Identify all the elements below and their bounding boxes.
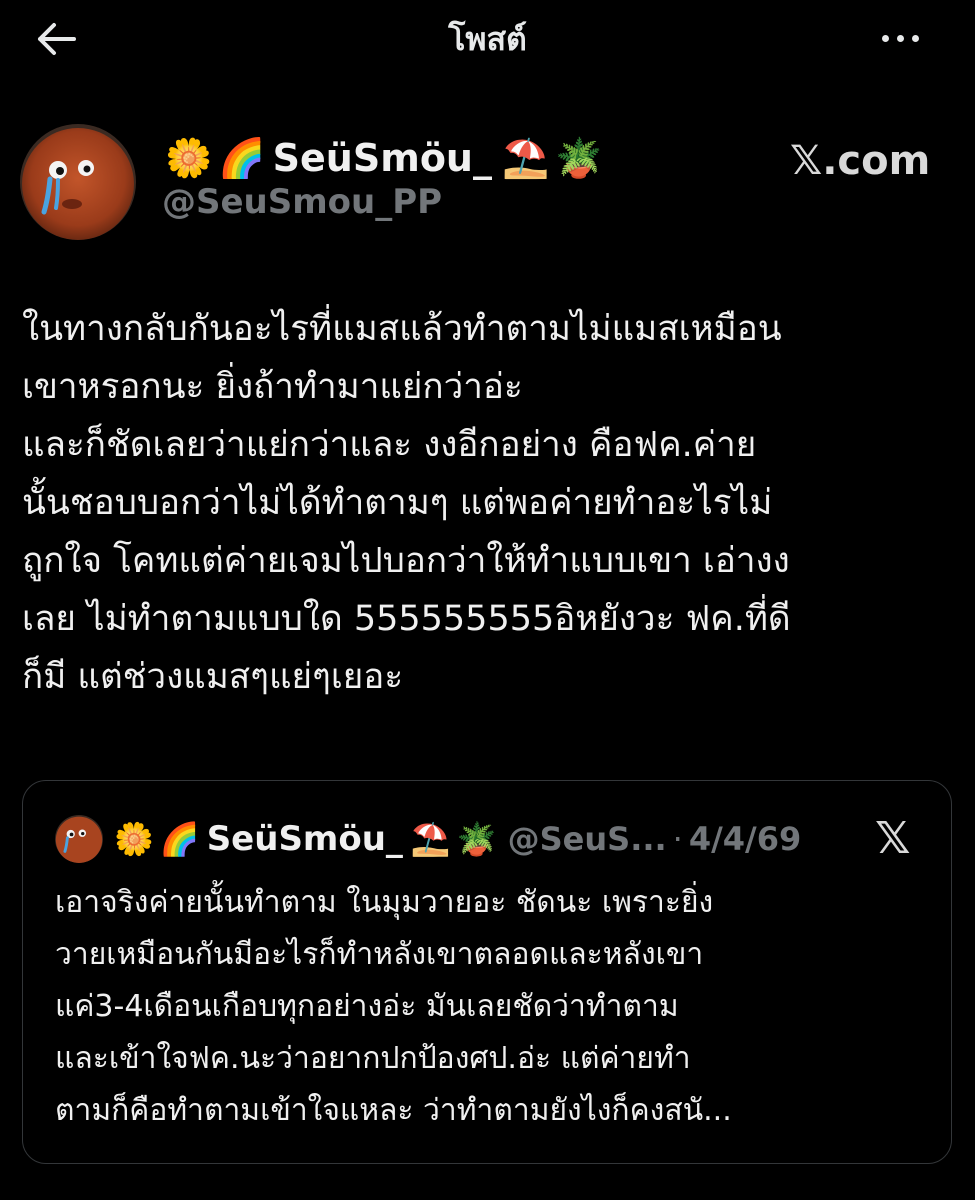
post-text-line: เลย ไม่ทำตามแบบใด 555555555อิหยังวะ ฟค.ท… [22,599,791,639]
page-title: โพสต์ [448,20,527,58]
avatar[interactable] [20,124,136,240]
post-body: ในทางกลับกันอะไรที่แมสแล้วทำตามไม่แมสเหม… [22,300,952,706]
post-text-line: ถูกใจ โคทแต่ค่ายเจมไปบอกว่าให้ทำแบบเขา เ… [22,541,790,581]
beach-umbrella-emoji: ⛱️ [501,135,550,180]
post-text-line: ในทางกลับกันอะไรที่แมสแล้วทำตามไม่แมสเหม… [22,309,782,349]
rainbow-emoji: 🌈 [218,135,266,180]
quoted-text-line: วายเหมือนกันมีอะไรก็ทำหลังเขาตลอดและหลัง… [55,937,704,972]
quoted-post-header: 🌼 🌈 SeüSmöu_ ⛱️ 🪴 @SeuS... · 4/4/69 [55,813,801,865]
quoted-handle: @SeuS... [507,820,667,858]
more-button[interactable] [870,18,930,58]
post-author: 🌼 🌈 SeüSmöu_ ⛱️ 🪴 @SeuSmou_PP 𝕏.com [20,120,950,240]
post-text-line: ก็มี แต่ช่วงแมสๆแย่ๆเยอะ [22,657,404,697]
flower-emoji: 🌼 [165,135,213,180]
flower-emoji: 🌼 [114,820,154,858]
display-name: SeüSmöu_ [272,136,492,180]
potted-plant-emoji: 🪴 [555,135,603,180]
quoted-text-line: และเข้าใจฟค.นะว่าอยากปกป้องศป.อ่ะ แต่ค่า… [55,1041,691,1076]
x-logo-icon: 𝕏 [875,813,911,864]
rainbow-emoji: 🌈 [159,820,200,858]
quoted-post-card[interactable]: 🌼 🌈 SeüSmöu_ ⛱️ 🪴 @SeuS... · 4/4/69 𝕏 เอ… [22,780,952,1164]
quoted-text-line: ตามก็คือทำตามเข้าใจแหละ ว่าทำตามยังไงก็ค… [55,1093,732,1128]
more-horizontal-icon [878,34,923,42]
x-brand-logo: 𝕏.com [790,138,930,184]
beach-umbrella-emoji: ⛱️ [410,820,451,858]
quoted-text-line: แค่3-4เดือนเกือบทุกอย่างอ่ะ มันเลยชัดว่า… [55,989,679,1024]
user-handle[interactable]: @SeuSmou_PP [162,182,442,222]
potted-plant-emoji: 🪴 [456,820,497,858]
quoted-text-line: เอาจริงค่ายนั้นทำตาม ในมุมวายอะ ชัดนะ เพ… [55,885,714,920]
post-text-line: และก็ชัดเลยว่าแย่กว่าและ งงอีกอย่าง คือฟ… [22,425,757,465]
display-name-line[interactable]: 🌼 🌈 SeüSmöu_ ⛱️ 🪴 [162,130,606,186]
post-text-line: เขาหรอกนะ ยิ่งถ้าทำมาแย่กว่าอ่ะ [22,367,523,407]
quoted-display-name: SeüSmöu_ [206,819,403,859]
quoted-post-body: เอาจริงค่ายนั้นทำตาม ในมุมวายอะ ชัดนะ เพ… [55,877,925,1137]
avatar-image [20,124,136,240]
x-logo-text: 𝕏.com [790,138,931,184]
quoted-avatar [55,815,103,863]
separator-dot: · [672,820,683,858]
quoted-date: 4/4/69 [688,820,802,858]
top-bar: โพสต์ [0,0,975,80]
post-text-line: นั้นชอบบอกว่าไม่ได้ทำตามๆ แต่พอค่ายทำอะไ… [22,483,773,523]
